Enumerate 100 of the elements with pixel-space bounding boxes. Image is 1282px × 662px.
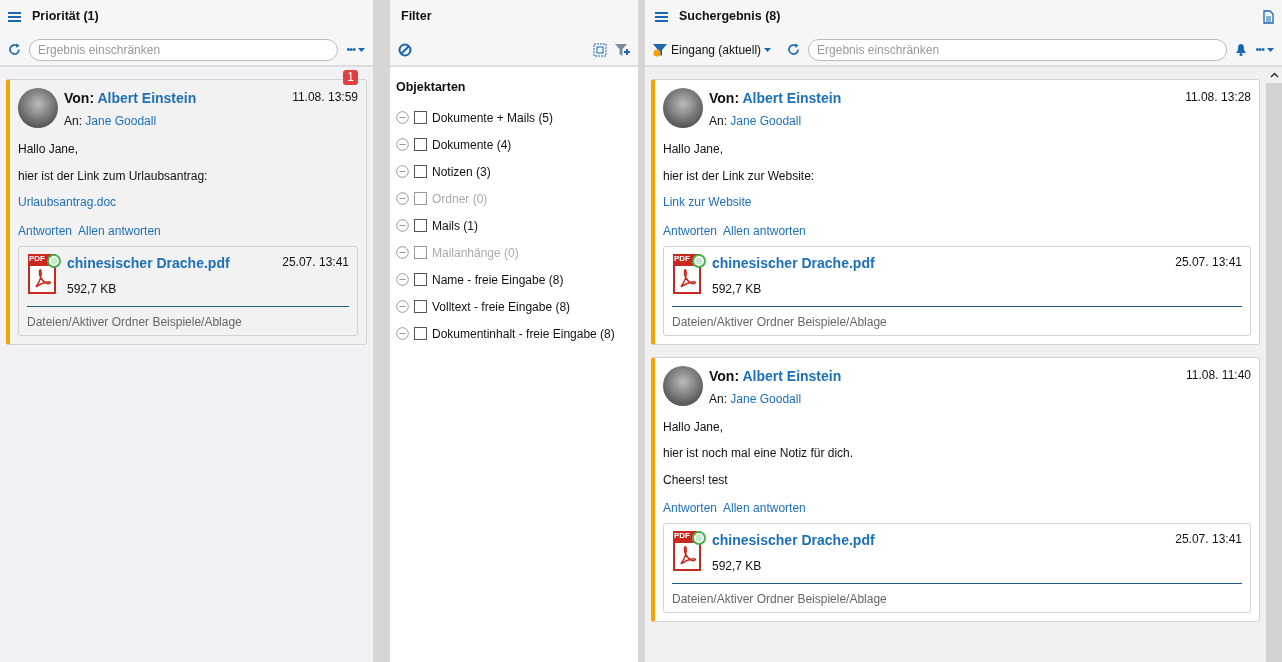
from-label: Von:	[709, 90, 740, 106]
section-heading: Objektarten	[396, 79, 467, 96]
sender-link[interactable]: Albert Einstein	[742, 90, 842, 106]
folder-path: Dateien/Aktiver Ordner Beispiele/Ablage	[672, 305, 1242, 331]
attachment-size: 592,7 KB	[712, 558, 763, 575]
pdf-file-icon	[672, 252, 706, 295]
from-label: Von:	[709, 367, 740, 384]
to-label: An:	[709, 114, 727, 128]
minus-circle-icon[interactable]	[396, 327, 409, 340]
folder-dropdown[interactable]: Eingang (aktuell)	[671, 40, 762, 59]
bell-icon[interactable]	[1235, 43, 1248, 56]
message-text: Hallo Jane,	[663, 418, 725, 436]
sender-link[interactable]: Albert Einstein	[742, 367, 842, 384]
message-text: hier ist der Link zur Website:	[663, 167, 816, 185]
filter-label: Ordner (0)	[432, 190, 488, 208]
reply-link[interactable]: Antworten	[663, 221, 718, 240]
filter-label[interactable]: Dokumente (4)	[432, 135, 512, 154]
funnel-icon[interactable]	[653, 42, 668, 57]
checkbox[interactable]	[414, 327, 427, 340]
pdf-file-icon	[672, 530, 706, 572]
pdf-label: PDF	[29, 253, 45, 264]
panel-title: Priorität (1)	[32, 8, 99, 26]
sender-link[interactable]: Albert Einstein	[97, 90, 197, 106]
checkbox[interactable]	[414, 219, 427, 232]
message-time: 11.08. 11:40	[1186, 366, 1251, 384]
minus-circle-icon[interactable]	[396, 138, 409, 151]
to-label: An:	[709, 391, 727, 406]
checkbox[interactable]	[414, 273, 427, 286]
menu-icon[interactable]	[655, 11, 668, 22]
filter-label[interactable]: Volltext - freie Eingabe (8)	[432, 297, 571, 316]
minus-circle-icon[interactable]	[396, 111, 409, 124]
recipient-link[interactable]: Jane Goodall	[730, 391, 802, 406]
filter-label[interactable]: Dokumente + Mails (5)	[432, 108, 554, 127]
search-field[interactable]: Ergebnis einschränken	[808, 38, 1228, 61]
count-badge: 1	[343, 70, 358, 85]
more-button[interactable]: •••	[1255, 41, 1264, 58]
filter-label: Mailanhänge (0)	[432, 244, 519, 262]
minus-circle-icon[interactable]	[396, 192, 409, 205]
from-label: Von:	[64, 90, 95, 106]
checkbox[interactable]	[414, 138, 427, 151]
minus-circle-icon[interactable]	[396, 219, 409, 232]
filter-label[interactable]: Mails (1)	[432, 216, 478, 235]
clear-filter-icon[interactable]	[398, 42, 412, 57]
pdf-label: PDF	[674, 531, 690, 541]
attachment-name[interactable]: chinesischer Drache.pdf	[712, 254, 875, 271]
message-text: Cheers! test	[663, 471, 729, 489]
attachment-time: 25.07. 13:41	[282, 253, 349, 271]
funnel-add-icon[interactable]	[615, 42, 630, 57]
filter-label[interactable]: Notizen (3)	[432, 162, 491, 181]
scrollbar[interactable]	[1266, 67, 1282, 662]
folder-path: Dateien/Aktiver Ordner Beispiele/Ablage	[27, 305, 349, 331]
more-button[interactable]: •••	[346, 41, 355, 58]
avatar-placeholder	[663, 88, 703, 128]
caret-icon[interactable]	[358, 47, 365, 52]
minus-circle-icon[interactable]	[396, 300, 409, 313]
search-field[interactable]: Ergebnis einschränken	[29, 38, 339, 61]
message-link[interactable]: Urlaubsantrag.doc	[18, 195, 117, 209]
panel-title: Filter	[401, 8, 432, 26]
folder-path: Dateien/Aktiver Ordner Beispiele/Ablage	[672, 583, 1242, 608]
avatar-placeholder	[18, 88, 58, 128]
menu-icon[interactable]	[8, 11, 21, 22]
caret-icon[interactable]	[764, 47, 772, 52]
message-time: 11.08. 13:28	[1185, 89, 1251, 106]
attachment-size: 592,7 KB	[712, 280, 763, 298]
attachment-time: 25.07. 13:41	[1175, 531, 1242, 548]
document-icon[interactable]	[1263, 9, 1274, 24]
message-time: 11.08. 13:59	[292, 89, 358, 106]
message-link[interactable]: Link zur Website	[663, 195, 752, 209]
message-text: hier ist der Link zum Urlaubsantrag:	[18, 167, 209, 185]
attachment-size: 592,7 KB	[67, 280, 118, 298]
refresh-icon[interactable]	[8, 43, 21, 56]
attachment-time: 25.07. 13:41	[1175, 253, 1242, 271]
message-text: Hallo Jane,	[18, 141, 80, 158]
minus-circle-icon[interactable]	[396, 246, 409, 259]
recipient-link[interactable]: Jane Goodall	[85, 114, 157, 128]
reply-link[interactable]: Antworten	[18, 221, 73, 240]
reply-link[interactable]: Allen antworten	[78, 221, 161, 240]
to-label: An:	[64, 114, 82, 128]
minus-circle-icon[interactable]	[396, 165, 409, 178]
message-text: hier ist noch mal eine Notiz für dich.	[663, 445, 855, 462]
reply-link[interactable]: Allen antworten	[723, 221, 806, 240]
attachment-name[interactable]: chinesischer Drache.pdf	[67, 254, 230, 271]
reply-link[interactable]: Allen antworten	[723, 499, 806, 517]
attachment-name[interactable]: chinesischer Drache.pdf	[712, 532, 875, 548]
minus-circle-icon[interactable]	[396, 273, 409, 286]
checkbox[interactable]	[414, 300, 427, 313]
refresh-icon[interactable]	[787, 43, 801, 56]
filter-label[interactable]: Dokumentinhalt - freie Eingabe (8)	[432, 324, 615, 343]
message-text: Hallo Jane,	[663, 141, 725, 158]
panel-title: Suchergebnis (8)	[679, 8, 781, 26]
filter-label[interactable]: Name - freie Eingabe (8)	[432, 270, 564, 289]
reply-link[interactable]: Antworten	[663, 499, 718, 517]
chevron-up-icon[interactable]	[1269, 72, 1279, 78]
checkbox[interactable]	[414, 111, 427, 124]
avatar-placeholder	[663, 365, 703, 406]
pdf-file-icon	[27, 252, 61, 295]
recipient-link[interactable]: Jane Goodall	[730, 114, 802, 128]
caret-icon[interactable]	[1267, 47, 1274, 52]
pdf-label: PDF	[674, 253, 690, 264]
checkbox[interactable]	[414, 165, 427, 178]
